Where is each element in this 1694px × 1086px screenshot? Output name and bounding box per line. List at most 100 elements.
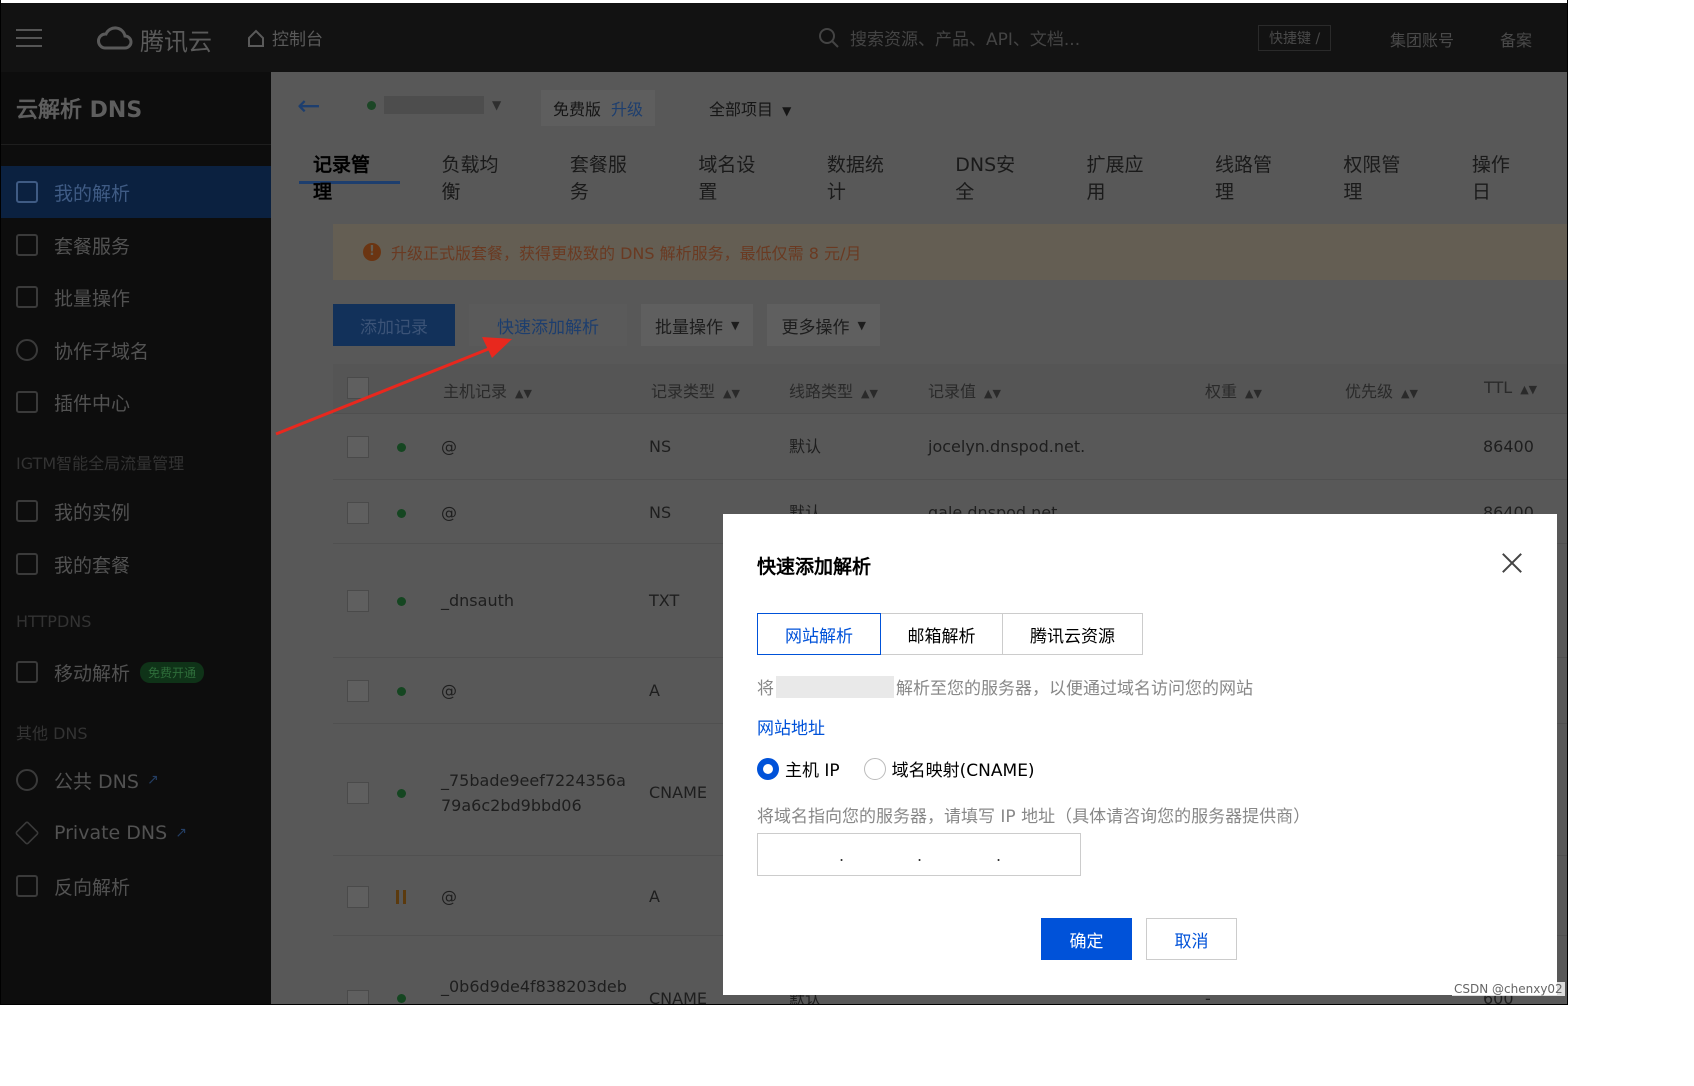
sidebar-item-my-plans[interactable]: 我的套餐 — [0, 538, 271, 590]
sidebar-item-my-resolution[interactable]: 我的解析 — [0, 166, 271, 218]
status-enabled-icon — [397, 597, 406, 606]
tab-mail[interactable]: 邮箱解析 — [880, 613, 1003, 655]
quick-add-dialog: 快速添加解析 网站解析 邮箱解析 腾讯云资源 将 解析至您的服务器，以便通过域名… — [723, 514, 1557, 995]
chevron-down-icon: ▼ — [492, 98, 502, 112]
icp-record-link[interactable]: 备案 — [1500, 27, 1532, 51]
cell-host: @ — [441, 681, 457, 700]
ip-separator: . — [917, 846, 923, 865]
sidebar-item-private-dns[interactable]: Private DNS ↗ — [0, 807, 271, 859]
website-address-label: 网站地址 — [757, 719, 825, 739]
table-row: @ NS 默认 jocelyn.dnspod.net. 86400 — [333, 414, 1568, 480]
external-link-icon: ↗ — [175, 825, 187, 841]
globe-icon — [16, 339, 38, 361]
hamburger-menu-icon[interactable] — [16, 29, 42, 49]
row-checkbox[interactable] — [347, 502, 369, 524]
record-mode-radios: 主机 IP 域名映射(CNAME) — [757, 756, 1035, 781]
cell-type: A — [649, 887, 660, 906]
column-weight[interactable]: 权重 ▲▼ — [1205, 378, 1262, 402]
confirm-button[interactable]: 确定 — [1041, 918, 1132, 960]
column-priority[interactable]: 优先级 ▲▼ — [1345, 378, 1418, 402]
tab-extensions[interactable]: 扩展应用 — [1073, 142, 1174, 203]
brand-logo[interactable]: 腾讯云 — [96, 23, 212, 56]
upgrade-notice: ! 升级正式版套餐，获得更极致的 DNS 解析服务，最低仅需 8 元/月 — [333, 224, 1568, 280]
console-link[interactable]: 控制台 — [246, 25, 323, 50]
batch-ops-dropdown[interactable]: 批量操作 ▼ — [641, 304, 754, 346]
back-arrow-icon[interactable]: ← — [297, 92, 325, 120]
status-enabled-icon — [397, 443, 406, 452]
radio-checked-icon — [757, 757, 779, 780]
tab-statistics[interactable]: 数据统计 — [813, 142, 914, 203]
cell-host: @ — [441, 437, 457, 456]
global-search[interactable]: 搜索资源、产品、API、文档... — [818, 25, 1080, 50]
cell-ttl: 86400 — [1483, 437, 1534, 456]
tab-package[interactable]: 套餐服务 — [556, 142, 657, 203]
sidebar-item-public-dns[interactable]: 公共 DNS ↗ — [0, 754, 271, 806]
sidebar-item-batch[interactable]: 批量操作 — [0, 271, 271, 323]
cell-type: CNAME — [649, 783, 707, 802]
cancel-button[interactable]: 取消 — [1146, 918, 1237, 960]
add-record-button[interactable]: 添加记录 — [333, 304, 455, 346]
column-value[interactable]: 记录值 ▲▼ — [928, 378, 1001, 402]
more-ops-dropdown[interactable]: 更多操作 ▼ — [767, 304, 880, 346]
upgrade-link[interactable]: 升级 — [611, 96, 643, 120]
sidebar-item-mobile[interactable]: 移动解析 免费开通 — [0, 646, 271, 698]
sidebar-item-instances[interactable]: 我的实例 — [0, 485, 271, 537]
tab-domain-settings[interactable]: 域名设置 — [684, 142, 785, 203]
ip-address-input[interactable]: . . . — [757, 833, 1081, 876]
row-checkbox[interactable] — [347, 436, 369, 458]
tab-permissions[interactable]: 权限管理 — [1329, 142, 1430, 203]
search-placeholder: 搜索资源、产品、API、文档... — [850, 30, 1081, 50]
console-label: 控制台 — [272, 30, 323, 50]
select-all-checkbox[interactable] — [347, 377, 369, 399]
sidebar-item-subdomain[interactable]: 协作子域名 — [0, 324, 271, 376]
plan-badge: 免费版 升级 — [541, 90, 656, 126]
tab-dns-security[interactable]: DNS安全 — [941, 142, 1045, 203]
domain-selector[interactable]: ▼ — [367, 96, 501, 114]
column-ttl[interactable]: TTL ▲▼ — [1484, 378, 1537, 397]
project-label: 全部项目 — [709, 100, 774, 119]
close-icon[interactable] — [1501, 552, 1523, 574]
cell-type: A — [649, 681, 660, 700]
radio-cname[interactable]: 域名映射(CNAME) — [863, 756, 1035, 781]
sidebar-item-label: 我的套餐 — [54, 554, 131, 577]
action-toolbar: 添加记录 快速添加解析 批量操作 ▼ 更多操作 ▼ — [333, 304, 880, 346]
cell-value: jocelyn.dnspod.net. — [928, 437, 1086, 456]
cell-host-continued: 79a6c2bd9bbd06 — [441, 796, 582, 815]
external-link-icon: ↗ — [146, 772, 159, 788]
column-type[interactable]: 记录类型 ▲▼ — [651, 378, 740, 402]
quick-add-button[interactable]: 快速添加解析 — [469, 304, 627, 346]
project-selector[interactable]: 全部项目 ▼ — [709, 96, 791, 120]
status-enabled-icon — [397, 687, 406, 696]
cell-type: NS — [649, 437, 672, 456]
package-icon — [16, 234, 38, 256]
sidebar-item-plugins[interactable]: 插件中心 — [0, 376, 271, 428]
sidebar-item-label: 我的实例 — [54, 501, 131, 524]
sidebar-item-reverse[interactable]: 反向解析 — [0, 860, 271, 912]
row-checkbox[interactable] — [347, 886, 369, 908]
tab-website[interactable]: 网站解析 — [757, 613, 881, 655]
plan-icon — [16, 553, 38, 575]
tab-tencent-cloud[interactable]: 腾讯云资源 — [1002, 613, 1143, 655]
row-checkbox[interactable] — [347, 990, 369, 1005]
row-checkbox[interactable] — [347, 680, 369, 702]
radio-host-ip[interactable]: 主机 IP — [757, 756, 840, 781]
ip-separator: . — [839, 846, 845, 865]
top-bar: 腾讯云 控制台 搜索资源、产品、API、文档... 快捷键 / 集团账号 备案 — [0, 0, 1568, 72]
tab-record-management[interactable]: 记录管理 — [299, 142, 401, 203]
sidebar-item-label: Private DNS — [54, 822, 168, 844]
column-line[interactable]: 线路类型 ▲▼ — [789, 378, 878, 402]
sort-icon: ▲▼ — [1245, 387, 1262, 400]
status-enabled-icon — [397, 994, 406, 1003]
tab-lines[interactable]: 线路管理 — [1201, 142, 1302, 203]
more-ops-label: 更多操作 — [781, 317, 850, 338]
group-account-link[interactable]: 集团账号 — [1390, 27, 1454, 51]
tab-operation-log[interactable]: 操作日 — [1458, 142, 1541, 203]
domain-name-redacted — [776, 675, 894, 698]
row-checkbox[interactable] — [347, 590, 369, 612]
sidebar-item-package[interactable]: 套餐服务 — [0, 219, 271, 271]
diamond-icon — [14, 820, 40, 846]
tab-load-balance[interactable]: 负载均衡 — [427, 142, 528, 203]
sort-icon: ▲▼ — [515, 387, 532, 400]
column-host[interactable]: 主机记录 ▲▼ — [443, 378, 532, 402]
row-checkbox[interactable] — [347, 782, 369, 804]
